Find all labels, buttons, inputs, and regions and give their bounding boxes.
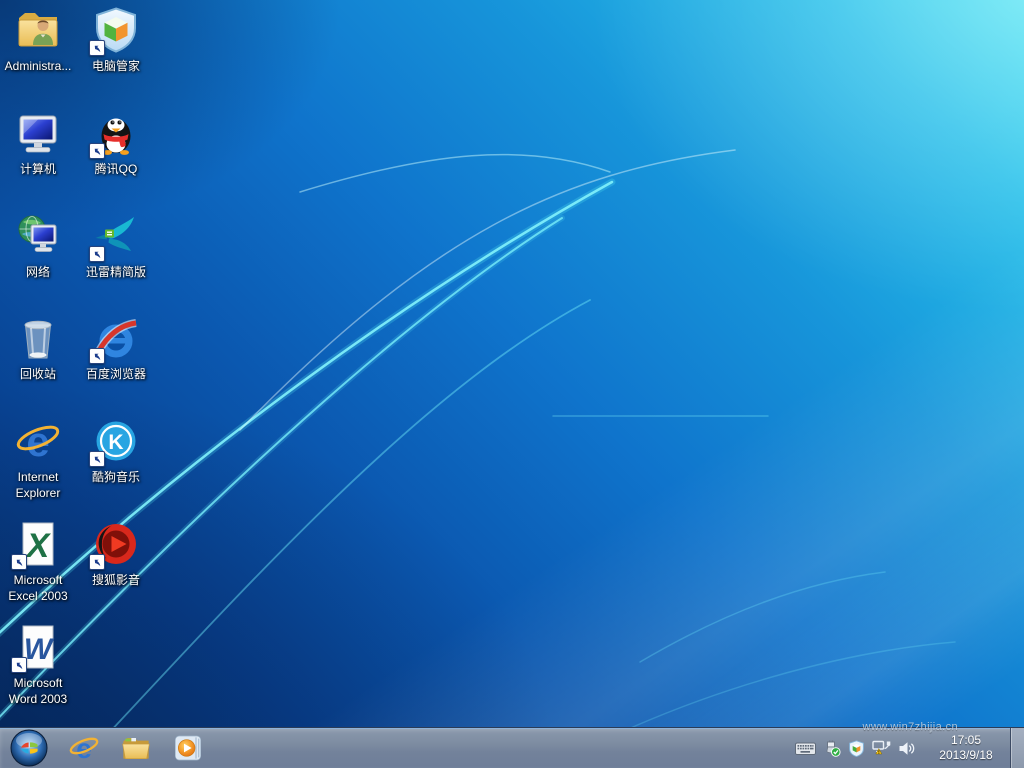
desktop-icon-network[interactable]: 网络 bbox=[0, 212, 76, 280]
shortcut-arrow-icon bbox=[11, 554, 27, 570]
windows-logo-icon bbox=[10, 729, 48, 767]
desktop-icon-qq[interactable]: 腾讯QQ bbox=[78, 109, 154, 177]
thunder-hummingbird-icon bbox=[92, 212, 140, 260]
desktop-icon-internet-explorer[interactable]: e Internet Explorer bbox=[0, 417, 76, 501]
clock-time: 17:05 bbox=[951, 733, 981, 748]
svg-text:X: X bbox=[25, 527, 52, 565]
excel-2003-icon: X bbox=[14, 520, 62, 568]
kugou-music-icon: K bbox=[92, 417, 140, 465]
taskbar-internet-explorer-button[interactable]: e bbox=[58, 728, 110, 768]
desktop-icon-sohu-video[interactable]: 搜狐影音 bbox=[78, 520, 154, 588]
folder-icon bbox=[120, 732, 152, 764]
desktop-icon-label: 网络 bbox=[26, 264, 50, 280]
shortcut-arrow-icon bbox=[89, 554, 105, 570]
shortcut-arrow-icon bbox=[89, 451, 105, 467]
desktop-icon-label: Microsoft Excel 2003 bbox=[0, 572, 76, 604]
desktop-icon-label: 回收站 bbox=[20, 366, 56, 382]
show-desktop-button[interactable] bbox=[1010, 728, 1024, 768]
svg-text:W: W bbox=[24, 633, 55, 666]
internet-explorer-icon: e bbox=[14, 417, 62, 465]
shortcut-arrow-icon bbox=[89, 143, 105, 159]
desktop-icon-label: Administra... bbox=[5, 58, 72, 74]
desktop-icon-label: Microsoft Word 2003 bbox=[0, 675, 76, 707]
taskbar: e bbox=[0, 727, 1024, 768]
internet-explorer-icon: e bbox=[68, 732, 100, 764]
taskbar-media-player-button[interactable] bbox=[162, 728, 214, 768]
desktop-icon-computer[interactable]: 计算机 bbox=[0, 109, 76, 177]
recycle-bin-icon bbox=[14, 314, 62, 362]
baidu-browser-icon bbox=[92, 314, 140, 362]
tray-pc-manager-icon[interactable] bbox=[848, 740, 865, 757]
wallpaper-watermark: www.win7zhijia.cn bbox=[863, 721, 958, 733]
desktop-icon-excel-2003[interactable]: X Microsoft Excel 2003 bbox=[0, 520, 76, 604]
wallpaper-light-beam bbox=[200, 190, 1024, 768]
shortcut-arrow-icon bbox=[89, 246, 105, 262]
shortcut-arrow-icon bbox=[89, 348, 105, 364]
system-tray bbox=[795, 740, 916, 757]
svg-text:K: K bbox=[108, 431, 123, 454]
computer-monitor-icon bbox=[14, 109, 62, 157]
tray-network-warning-icon[interactable] bbox=[872, 740, 891, 756]
desktop-icon-label: Internet Explorer bbox=[0, 469, 76, 501]
desktop-icon-label: 迅雷精简版 bbox=[86, 264, 146, 280]
desktop-icon-label: 酷狗音乐 bbox=[92, 469, 140, 485]
desktop-icon-thunder[interactable]: 迅雷精简版 bbox=[78, 212, 154, 280]
desktop-icon-label: 腾讯QQ bbox=[95, 161, 138, 177]
pc-manager-shield-icon bbox=[92, 6, 140, 54]
desktop-icon-word-2003[interactable]: W Microsoft Word 2003 bbox=[0, 623, 76, 707]
qq-penguin-icon bbox=[92, 109, 140, 157]
clock-date: 2013/9/18 bbox=[939, 748, 992, 763]
taskbar-windows-explorer-button[interactable] bbox=[110, 728, 162, 768]
sohu-video-icon bbox=[92, 520, 140, 568]
start-button[interactable] bbox=[0, 728, 58, 768]
desktop: Administra... 计算机 bbox=[0, 0, 1024, 768]
desktop-icon-label: 计算机 bbox=[20, 161, 56, 177]
desktop-icon-label: 电脑管家 bbox=[92, 58, 140, 74]
wallpaper-light-beam bbox=[200, 0, 1024, 768]
desktop-icon-kugou[interactable]: K 酷狗音乐 bbox=[78, 417, 154, 485]
desktop-icon-label: 百度浏览器 bbox=[86, 366, 146, 382]
user-folder-icon bbox=[14, 6, 62, 54]
tray-volume-icon[interactable] bbox=[898, 741, 916, 756]
desktop-icon-administrator[interactable]: Administra... bbox=[0, 6, 76, 74]
desktop-icon-baidu-browser[interactable]: 百度浏览器 bbox=[78, 314, 154, 382]
tray-keyboard-icon[interactable] bbox=[795, 741, 816, 756]
desktop-icon-pc-manager[interactable]: 电脑管家 bbox=[78, 6, 154, 74]
shortcut-arrow-icon bbox=[89, 40, 105, 56]
tray-usb-icon[interactable] bbox=[823, 740, 841, 757]
network-globe-icon bbox=[14, 212, 62, 260]
taskbar-clock[interactable]: 17:05 2013/9/18 bbox=[926, 733, 1006, 763]
media-player-icon bbox=[172, 732, 204, 764]
desktop-icon-recycle-bin[interactable]: 回收站 bbox=[0, 314, 76, 382]
word-2003-icon: W bbox=[14, 623, 62, 671]
desktop-icon-label: 搜狐影音 bbox=[92, 572, 140, 588]
shortcut-arrow-icon bbox=[11, 657, 27, 673]
